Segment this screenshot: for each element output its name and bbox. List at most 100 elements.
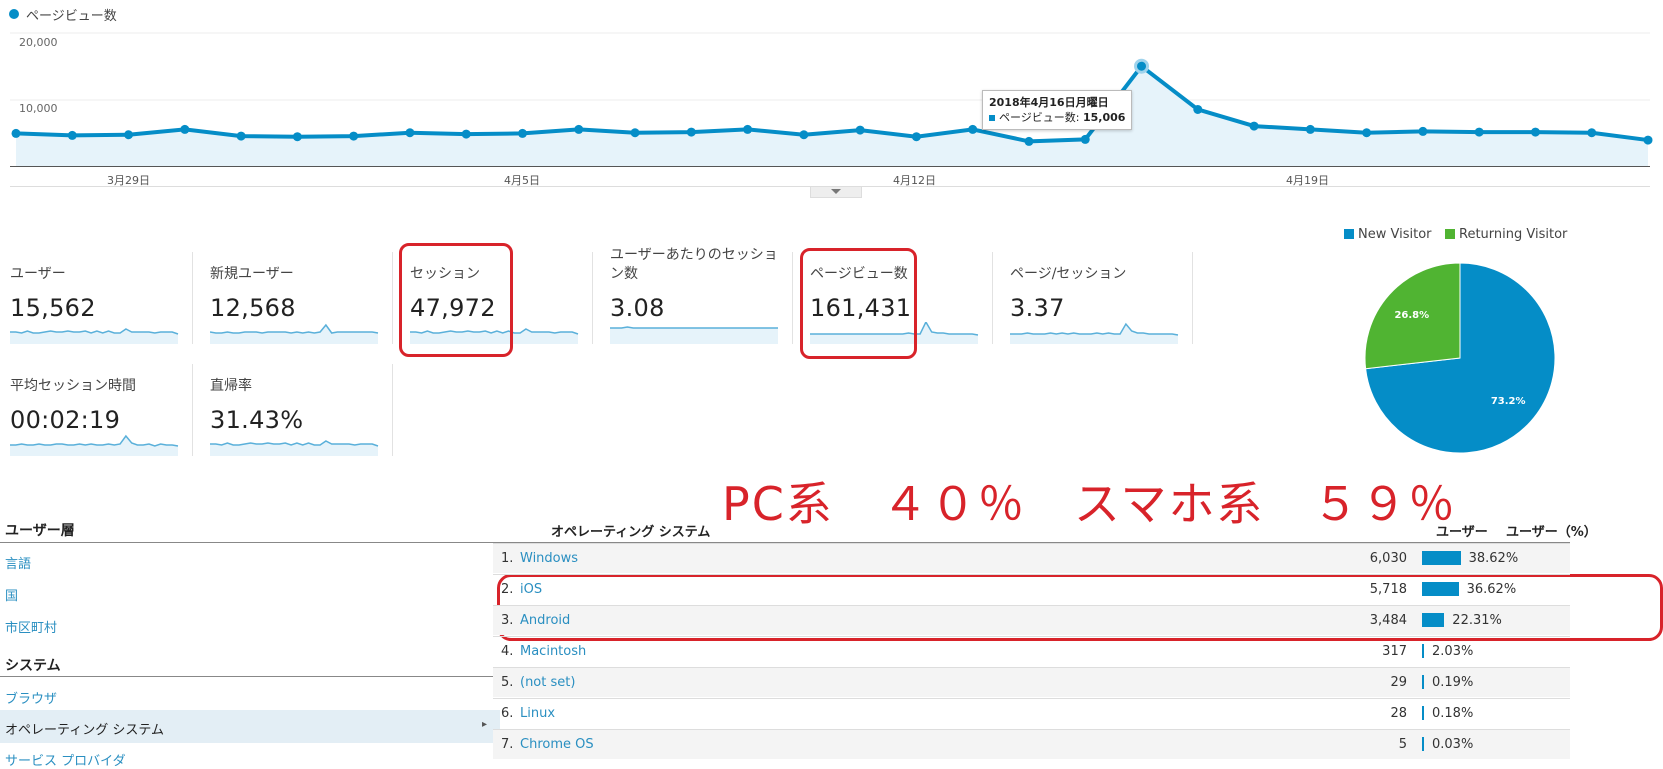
data-point: [180, 124, 190, 134]
data-point: [124, 130, 134, 140]
nav-link-country[interactable]: 国: [5, 585, 18, 604]
data-point: [799, 130, 809, 140]
table-row: 3. Android 3,484 22.31%: [493, 605, 1570, 635]
nav-link-browser[interactable]: ブラウザ: [5, 688, 57, 707]
data-point: [1134, 58, 1150, 74]
row-number: 1.: [501, 551, 514, 566]
metric-bounce-rate[interactable]: 直帰率 31.43%: [210, 364, 393, 456]
pct-value: 0.03%: [1432, 737, 1474, 752]
data-point: [405, 128, 415, 138]
metric-value: 00:02:19: [10, 406, 121, 434]
highlight-pageviews: [800, 248, 917, 359]
column-header-users-pct[interactable]: ユーザー（%）: [1506, 521, 1597, 540]
users-value: 29: [1390, 675, 1407, 690]
metric-label: ページ/セッション: [1010, 266, 1127, 282]
metric-avg-session-duration[interactable]: 平均セッション時間 00:02:19: [10, 364, 193, 456]
os-link[interactable]: Android: [520, 613, 570, 628]
row-number: 6.: [501, 706, 514, 721]
data-point: [574, 124, 584, 134]
data-point: [1024, 136, 1034, 146]
users-value: 28: [1390, 706, 1407, 721]
nav-item-operating-system[interactable]: オペレーティング システム ▸: [0, 710, 500, 743]
data-point: [1305, 124, 1315, 134]
nav-section-audience: ユーザー層: [5, 523, 75, 539]
data-point: [1474, 127, 1484, 137]
metric-value: 3.08: [610, 294, 665, 322]
collapse-chart-toggle[interactable]: [810, 187, 862, 198]
os-link[interactable]: Chrome OS: [520, 737, 594, 752]
x-tick-label: 4月5日: [504, 174, 540, 187]
pie-legend-returning: Returning Visitor: [1445, 227, 1567, 242]
data-point: [855, 125, 865, 135]
metric-value: 15,562: [10, 294, 96, 322]
data-point: [686, 127, 696, 137]
metric-pages-per-session[interactable]: ページ/セッション 3.37: [1010, 252, 1193, 344]
column-header-users[interactable]: ユーザー: [1436, 521, 1488, 540]
data-point: [292, 132, 302, 142]
metric-value: 3.37: [1010, 294, 1065, 322]
tooltip-swatch-icon: [989, 115, 995, 121]
metric-sessions-per-user[interactable]: ユーザーあたりのセッション数 3.08: [610, 247, 793, 344]
nav-selected-label: オペレーティング システム: [5, 723, 164, 738]
column-header-os[interactable]: オペレーティング システム: [551, 521, 710, 540]
metric-users[interactable]: ユーザー 15,562: [10, 252, 193, 344]
metric-sparkline: [610, 326, 778, 344]
nav-link-city[interactable]: 市区町村: [5, 617, 57, 636]
pct-bar: [1422, 737, 1424, 751]
data-point: [968, 124, 978, 134]
data-point: [461, 129, 471, 139]
row-number: 5.: [501, 675, 514, 690]
os-link[interactable]: (not set): [520, 675, 575, 690]
data-point: [743, 124, 753, 134]
data-point: [1530, 127, 1540, 137]
chevron-right-icon: ▸: [482, 719, 488, 730]
row-number: 2.: [501, 582, 514, 597]
tooltip-label: ページビュー数:: [999, 111, 1083, 124]
series-line: [15, 63, 1649, 144]
chart-tooltip: 2018年4月16日月曜日 ページビュー数: 15,006: [982, 90, 1133, 130]
metric-label: 新規ユーザー: [210, 266, 294, 282]
table-row: 1. Windows 6,030 38.62%: [493, 543, 1570, 573]
visitor-pie-chart: 73.2% 26.8%: [1364, 262, 1556, 454]
data-point: [1643, 135, 1653, 145]
pct-bar: [1422, 551, 1461, 565]
metric-label: 平均セッション時間: [10, 378, 136, 394]
tooltip-value: 15,006: [1082, 111, 1126, 124]
data-point: [236, 131, 246, 141]
nav-link-language[interactable]: 言語: [5, 553, 31, 572]
pct-value: 0.18%: [1432, 706, 1474, 721]
pct-value: 2.03%: [1432, 644, 1474, 659]
users-value: 5,718: [1369, 582, 1407, 597]
legend-swatch-icon: [1344, 229, 1354, 239]
nav-link-service-provider[interactable]: サービス プロバイダ: [5, 750, 126, 769]
data-point: [1249, 121, 1259, 131]
os-link[interactable]: Linux: [520, 706, 555, 721]
metric-label: ユーザー: [10, 266, 66, 282]
os-link[interactable]: Windows: [520, 551, 578, 566]
series-area: [16, 66, 1648, 166]
table-row: 6. Linux 28 0.18%: [493, 698, 1570, 728]
highlight-sessions: [399, 243, 513, 357]
os-link[interactable]: iOS: [520, 582, 542, 597]
pct-bar: [1422, 644, 1425, 658]
metric-new-users[interactable]: 新規ユーザー 12,568: [210, 252, 393, 344]
pie-legend-label: New Visitor: [1358, 227, 1432, 242]
nav-divider: [0, 542, 500, 543]
metric-label: ユーザーあたりのセッション数: [610, 247, 778, 282]
table-row: 7. Chrome OS 5 0.03%: [493, 729, 1570, 759]
data-point: [911, 132, 921, 142]
pct-bar: [1422, 706, 1424, 720]
pct-value: 38.62%: [1468, 551, 1519, 566]
metric-value: 12,568: [210, 294, 296, 322]
metric-sparkline: [210, 323, 379, 344]
pct-value: 0.19%: [1432, 675, 1474, 690]
pie-legend-new: New Visitor: [1344, 227, 1432, 242]
tooltip-date: 2018年4月16日月曜日: [989, 96, 1109, 109]
metric-label: 直帰率: [210, 378, 252, 394]
os-link[interactable]: Macintosh: [520, 644, 586, 659]
metric-sparkline: [10, 434, 179, 456]
data-point: [67, 130, 77, 140]
row-number: 3.: [501, 613, 514, 628]
metric-value: 31.43%: [210, 406, 304, 434]
users-value: 317: [1382, 644, 1407, 659]
